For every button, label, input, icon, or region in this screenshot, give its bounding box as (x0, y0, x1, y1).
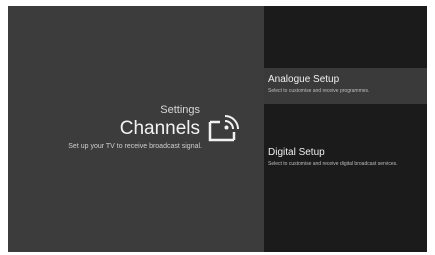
settings-header-panel: Settings Channels Set up your TV to rece… (8, 6, 264, 252)
menu-item-analogue-setup[interactable]: Analogue Setup Select to customise and r… (264, 68, 427, 104)
page-title: Channels (119, 118, 200, 139)
menu-panel: Analogue Setup Select to customise and r… (264, 6, 427, 252)
tv-screen: Settings Channels Set up your TV to rece… (8, 6, 427, 252)
menu-item-description: Select to customise and receive programm… (268, 88, 370, 94)
menu-item-label: Analogue Setup (268, 74, 340, 85)
menu-item-digital-setup[interactable]: Digital Setup Select to customise and re… (264, 141, 427, 177)
cast-broadcast-icon (208, 115, 239, 142)
menu-item-description: Select to customise and receive digital … (268, 161, 398, 167)
breadcrumb: Settings (160, 104, 200, 116)
menu-item-label: Digital Setup (268, 147, 325, 158)
page-description: Set up your TV to receive broadcast sign… (68, 143, 202, 150)
title-block: Settings Channels Set up your TV to rece… (14, 104, 254, 164)
